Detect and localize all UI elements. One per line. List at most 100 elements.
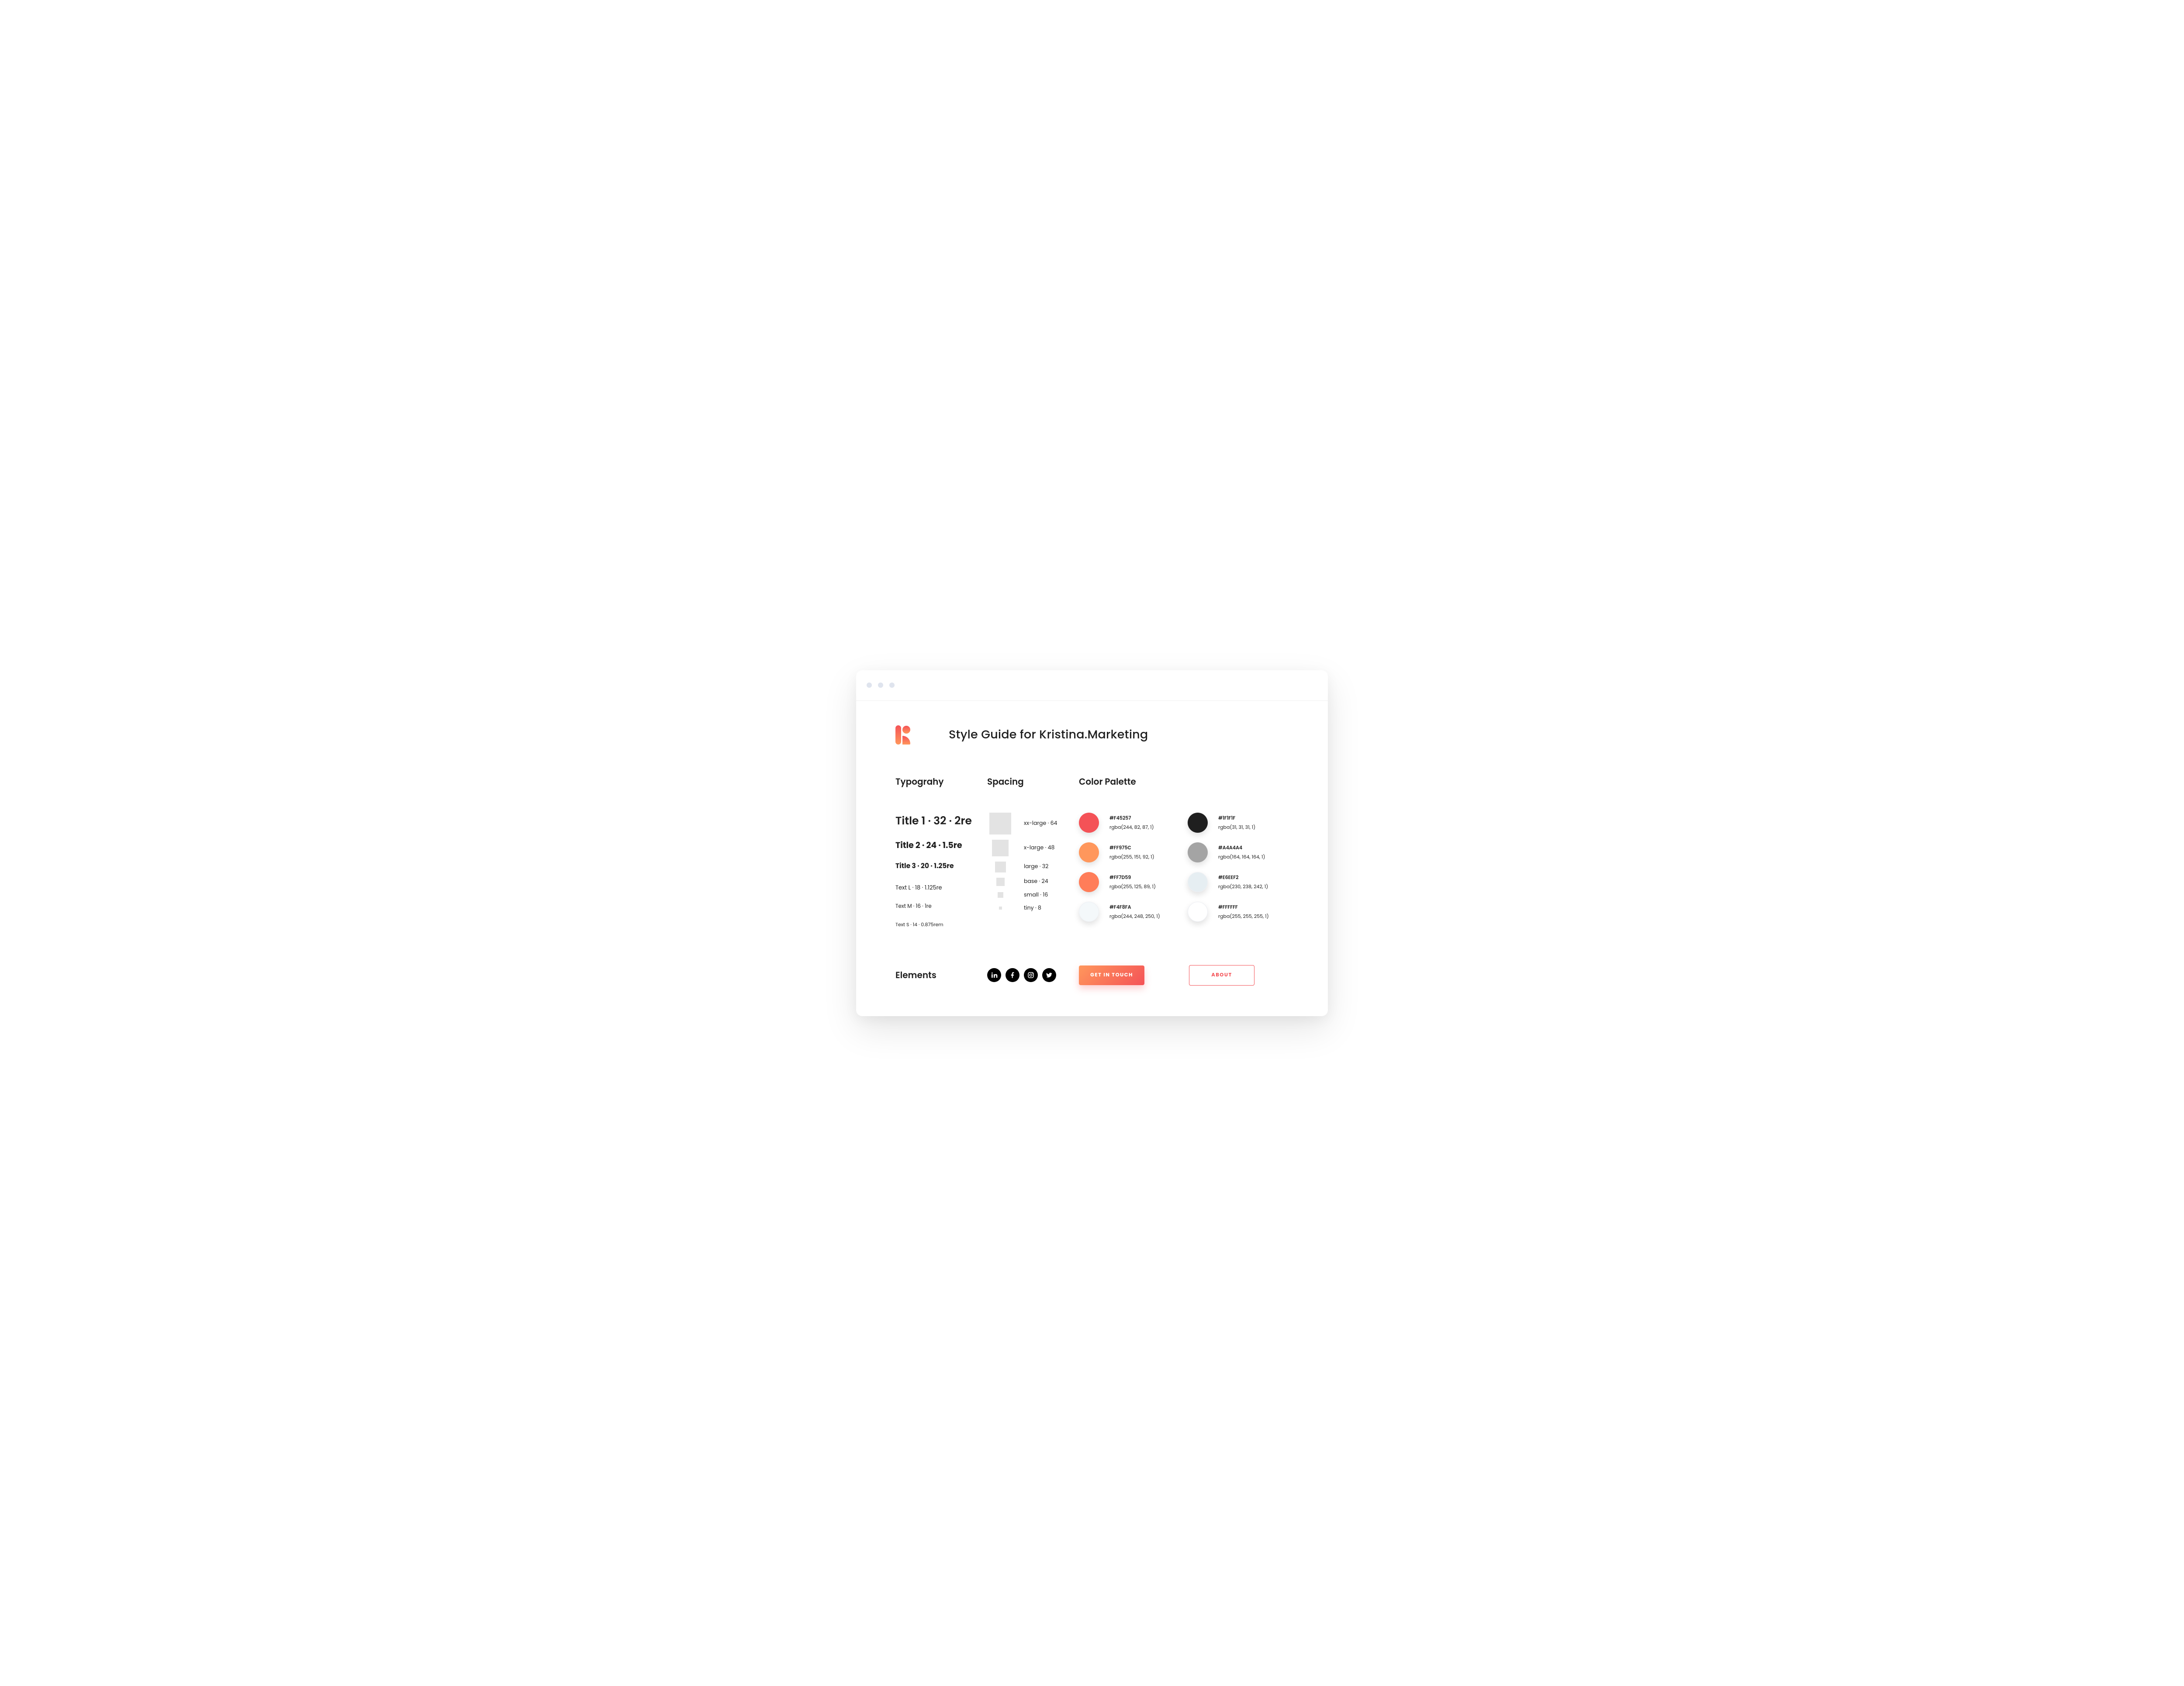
swatch-row: #F4F8FA rgba(244, 248, 250, 1) [1079, 902, 1180, 922]
swatch-row: #1F1F1F rgba(31, 31, 31, 1) [1188, 813, 1289, 833]
palette-heading: Color Palette [1079, 775, 1289, 788]
color-swatch [1188, 842, 1208, 862]
type-text-l: Text L · 18 · 1.125re [895, 883, 987, 892]
spacing-column: Spacing xx-large · 64 x-large · 48 large ·… [987, 775, 1079, 934]
linkedin-icon[interactable] [987, 968, 1001, 982]
swatch-row: #F45257 rgba(244, 82, 87, 1) [1079, 813, 1180, 833]
color-swatch [1079, 902, 1099, 922]
spacing-list: xx-large · 64 x-large · 48 large · 32 base … [987, 813, 1079, 912]
swatch-meta: #F45257 rgba(244, 82, 87, 1) [1109, 814, 1154, 831]
swatch-rgba: rgba(164, 164, 164, 1) [1218, 853, 1265, 861]
swatch-rgba: rgba(31, 31, 31, 1) [1218, 824, 1255, 831]
page-content: Style Guide for Kristina.Marketing Typog… [856, 701, 1328, 1016]
elements-row: Elements GET IN TOUCH ABOUT [895, 965, 1289, 986]
instagram-icon[interactable] [1024, 968, 1038, 982]
swatch-row: #FFFFFF rgba(255, 255, 255, 1) [1188, 902, 1289, 922]
about-button[interactable]: ABOUT [1189, 965, 1254, 986]
swatch-hex: #F4F8FA [1109, 903, 1160, 911]
swatch-meta: #1F1F1F rgba(31, 31, 31, 1) [1218, 814, 1255, 831]
window-dot-1 [867, 683, 872, 688]
twitter-icon[interactable] [1042, 968, 1056, 982]
swatch-meta: #FF975Crgba(255, 151, 92, 1) [1109, 844, 1154, 861]
swatch-hex: #F45257 [1109, 814, 1154, 822]
brand-logo-icon [895, 725, 910, 745]
color-swatch [1079, 842, 1099, 862]
swatch-meta: #FFFFFF rgba(255, 255, 255, 1) [1218, 903, 1269, 920]
swatch-hex: #FF975C [1109, 844, 1154, 852]
type-text-m: Text M · 16 · 1re [895, 903, 987, 910]
swatch-hex: #A4A4A4 [1218, 844, 1265, 852]
window-dot-3 [889, 683, 895, 688]
spacing-swatch-wrap [987, 813, 1013, 834]
spacing-row: small · 16 [987, 891, 1079, 899]
spacing-swatch-wrap [987, 892, 1013, 898]
color-swatch [1079, 872, 1099, 892]
spacing-label: xx-large · 64 [1024, 820, 1057, 827]
swatch-rgba: rgba(230, 238, 242, 1) [1218, 883, 1268, 890]
spacing-row: large · 32 [987, 862, 1079, 872]
spacing-swatch [992, 840, 1009, 856]
spacing-swatch [995, 862, 1006, 872]
window-titlebar [856, 670, 1328, 701]
typography-list: Title 1 · 32 · 2re Title 2 · 24 · 1.5re … [895, 813, 987, 928]
spacing-row: xx-large · 64 [987, 813, 1079, 834]
spacing-swatch [989, 813, 1011, 834]
spacing-heading: Spacing [987, 775, 1079, 788]
color-swatch [1188, 872, 1208, 892]
swatch-meta: #F4F8FA rgba(244, 248, 250, 1) [1109, 903, 1160, 920]
browser-window: Style Guide for Kristina.Marketing Typog… [856, 670, 1328, 1016]
swatch-meta: #A4A4A4rgba(164, 164, 164, 1) [1218, 844, 1265, 861]
elements-heading: Elements [895, 969, 987, 982]
main-grid: Typograhy Title 1 · 32 · 2re Title 2 · 2… [895, 775, 1289, 934]
swatch-row: #FF7D59 rgba(255, 125, 89, 1) [1079, 872, 1180, 892]
primary-button-cell: GET IN TOUCH [1079, 965, 1184, 985]
swatch-rgba: rgba(255, 125, 89, 1) [1109, 883, 1156, 890]
get-in-touch-button[interactable]: GET IN TOUCH [1079, 965, 1144, 985]
palette-grid: #F45257 rgba(244, 82, 87, 1) #1F1F1F rgba(3… [1079, 813, 1289, 922]
palette-column: Color Palette #F45257 rgba(244, 82, 87, 1… [1079, 775, 1289, 934]
spacing-swatch [999, 907, 1002, 910]
spacing-label: small · 16 [1024, 891, 1048, 899]
spacing-swatch-wrap [987, 878, 1013, 886]
swatch-meta: #E6EEF2 rgba(230, 238, 242, 1) [1218, 874, 1268, 890]
color-swatch [1188, 813, 1208, 833]
type-title-1: Title 1 · 32 · 2re [895, 813, 987, 829]
spacing-label: base · 24 [1024, 878, 1048, 886]
spacing-row: x-large · 48 [987, 840, 1079, 856]
swatch-rgba: rgba(244, 248, 250, 1) [1109, 913, 1160, 920]
spacing-label: large · 32 [1024, 863, 1048, 871]
swatch-hex: #1F1F1F [1218, 814, 1255, 822]
facebook-icon[interactable] [1006, 968, 1019, 982]
swatch-hex: #FFFFFF [1218, 903, 1269, 911]
window-dot-2 [878, 683, 883, 688]
type-text-s: Text S · 14 · 0.875rem [895, 921, 987, 928]
swatch-row: #A4A4A4rgba(164, 164, 164, 1) [1188, 842, 1289, 862]
secondary-button-cell: ABOUT [1184, 965, 1289, 986]
social-icons [987, 968, 1079, 982]
type-title-2: Title 2 · 24 · 1.5re [895, 839, 987, 852]
spacing-swatch-wrap [987, 862, 1013, 872]
color-swatch [1188, 902, 1208, 922]
swatch-rgba: rgba(255, 255, 255, 1) [1218, 913, 1269, 920]
swatch-rgba: rgba(244, 82, 87, 1) [1109, 824, 1154, 831]
swatch-hex: #E6EEF2 [1218, 874, 1268, 881]
color-swatch [1079, 813, 1099, 833]
page-title: Style Guide for Kristina.Marketing [949, 726, 1148, 744]
spacing-label: tiny · 8 [1024, 904, 1041, 912]
swatch-rgba: rgba(255, 151, 92, 1) [1109, 853, 1154, 861]
header-row: Style Guide for Kristina.Marketing [895, 725, 1289, 745]
spacing-row: base · 24 [987, 878, 1079, 886]
spacing-swatch [998, 892, 1003, 898]
swatch-meta: #FF7D59 rgba(255, 125, 89, 1) [1109, 874, 1156, 890]
spacing-row: tiny · 8 [987, 904, 1079, 912]
swatch-hex: #FF7D59 [1109, 874, 1156, 881]
swatch-row: #FF975Crgba(255, 151, 92, 1) [1079, 842, 1180, 862]
spacing-swatch-wrap [987, 907, 1013, 910]
spacing-swatch [996, 878, 1005, 886]
swatch-row: #E6EEF2 rgba(230, 238, 242, 1) [1188, 872, 1289, 892]
typography-column: Typograhy Title 1 · 32 · 2re Title 2 · 2… [895, 775, 987, 934]
spacing-swatch-wrap [987, 840, 1013, 856]
spacing-label: x-large · 48 [1024, 844, 1054, 852]
type-title-3: Title 3 · 20 · 1.25re [895, 861, 987, 871]
typography-heading: Typograhy [895, 775, 987, 788]
